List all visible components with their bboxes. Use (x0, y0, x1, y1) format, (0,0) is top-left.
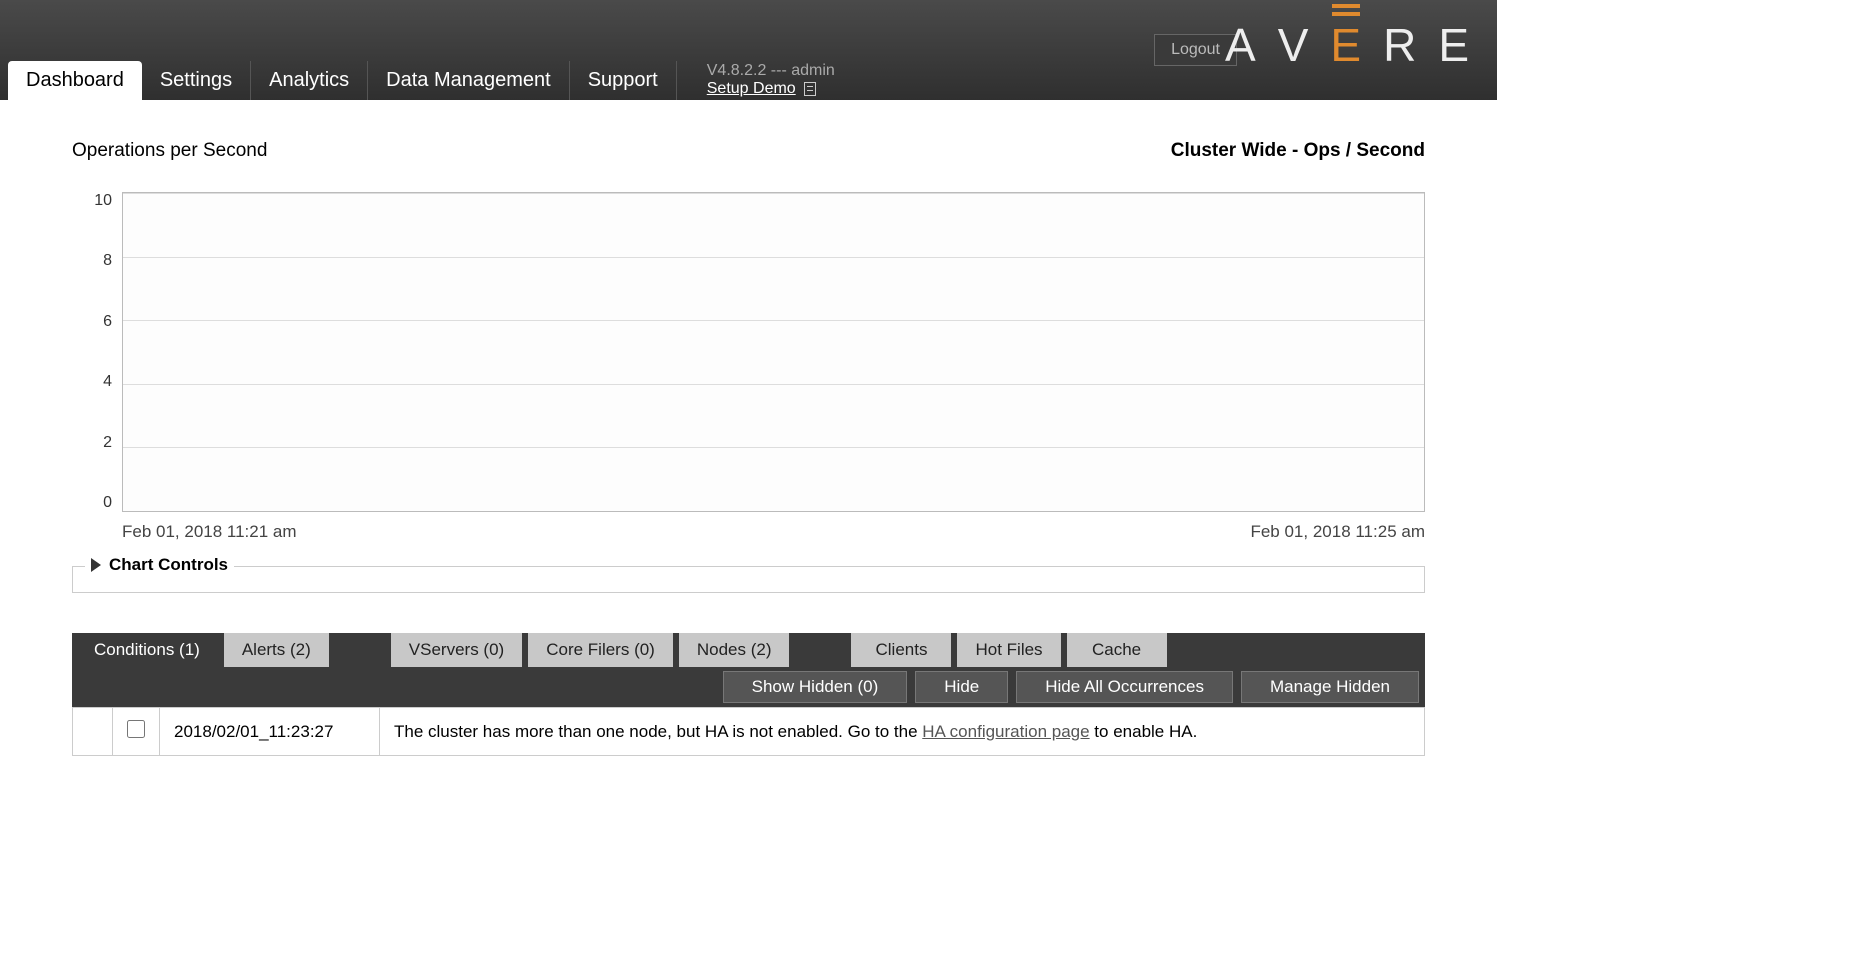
logo-letter: R (1383, 18, 1424, 72)
conditions-table: 2018/02/01_11:23:27 The cluster has more… (72, 707, 1425, 756)
tab-nodes[interactable]: Nodes (2) (679, 633, 790, 667)
row-timestamp: 2018/02/01_11:23:27 (160, 708, 380, 756)
chart-area: 10 8 6 4 2 0 (72, 192, 1425, 512)
chart-controls-label: Chart Controls (109, 555, 228, 575)
logo-letter: E (1438, 18, 1477, 72)
row-checkbox[interactable] (127, 720, 145, 738)
y-tick: 2 (103, 434, 112, 452)
row-checkbox-cell (113, 708, 160, 756)
x-tick-end: Feb 01, 2018 11:25 am (1250, 522, 1425, 542)
manage-hidden-button[interactable]: Manage Hidden (1241, 671, 1419, 703)
tab-hot-files[interactable]: Hot Files (957, 633, 1060, 667)
msg-prefix: The cluster has more than one node, but … (394, 722, 922, 741)
brand-logo: A V E R E (1225, 18, 1477, 72)
logo-letter: V (1278, 18, 1317, 72)
ha-config-link[interactable]: HA configuration page (922, 722, 1089, 741)
tab-conditions[interactable]: Conditions (1) (76, 633, 218, 667)
setup-demo-link[interactable]: Setup Demo (707, 80, 796, 97)
nav-tab-data-management[interactable]: Data Management (368, 61, 570, 100)
tab-core-filers[interactable]: Core Filers (0) (528, 633, 673, 667)
chart-x-axis: Feb 01, 2018 11:21 am Feb 01, 2018 11:25… (122, 522, 1425, 542)
tab-vservers[interactable]: VServers (0) (391, 633, 522, 667)
top-bar: Logout A V E R E Dashboard Settings Anal… (0, 0, 1497, 100)
row-expand-cell[interactable] (73, 708, 113, 756)
y-tick: 4 (103, 373, 112, 391)
chart-title-right: Cluster Wide - Ops / Second (1171, 140, 1425, 162)
show-hidden-button[interactable]: Show Hidden (0) (723, 671, 908, 703)
chart-controls-toggle[interactable]: Chart Controls (85, 555, 234, 575)
nav-tab-settings[interactable]: Settings (142, 61, 251, 100)
tab-cache[interactable]: Cache (1067, 633, 1167, 667)
main-nav: Dashboard Settings Analytics Data Manage… (8, 61, 835, 100)
y-tick: 8 (103, 252, 112, 270)
row-message: The cluster has more than one node, but … (380, 708, 1425, 756)
status-tab-strip: Conditions (1) Alerts (2) VServers (0) C… (72, 633, 1425, 707)
x-tick-start: Feb 01, 2018 11:21 am (122, 522, 297, 542)
hide-button[interactable]: Hide (915, 671, 1008, 703)
tab-alerts[interactable]: Alerts (2) (224, 633, 329, 667)
logo-letter: A (1225, 18, 1264, 72)
nav-tab-support[interactable]: Support (570, 61, 677, 100)
y-tick: 10 (94, 192, 112, 210)
logo-letter-e: E (1330, 18, 1369, 72)
chart-title-left: Operations per Second (72, 140, 267, 162)
y-tick: 0 (103, 494, 112, 512)
nav-tab-dashboard[interactable]: Dashboard (8, 61, 142, 100)
document-icon (804, 82, 816, 96)
y-tick: 6 (103, 313, 112, 331)
chevron-right-icon (91, 558, 101, 572)
nav-tab-analytics[interactable]: Analytics (251, 61, 368, 100)
version-text: V4.8.2.2 --- admin (707, 62, 835, 80)
chart-plot[interactable] (122, 192, 1425, 512)
tab-clients[interactable]: Clients (851, 633, 951, 667)
version-area: V4.8.2.2 --- admin Setup Demo (707, 62, 835, 100)
chart-y-axis: 10 8 6 4 2 0 (72, 192, 122, 512)
chart-controls-panel: Chart Controls (72, 566, 1425, 593)
hide-all-occurrences-button[interactable]: Hide All Occurrences (1016, 671, 1233, 703)
table-row: 2018/02/01_11:23:27 The cluster has more… (73, 708, 1425, 756)
msg-suffix: to enable HA. (1090, 722, 1198, 741)
